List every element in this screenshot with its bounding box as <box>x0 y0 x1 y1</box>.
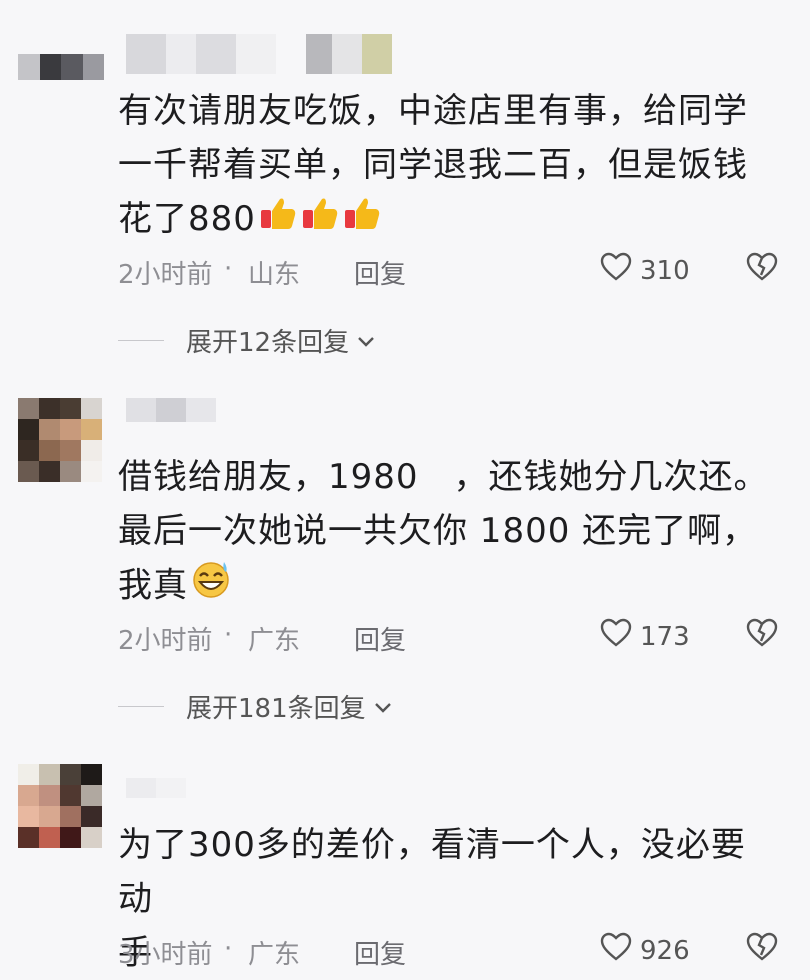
timestamp: 2小时前 <box>118 626 213 656</box>
separator: · <box>224 934 233 964</box>
broken-heart-icon <box>746 252 778 289</box>
username-blurred[interactable] <box>126 34 392 74</box>
username-blurred[interactable] <box>126 778 186 798</box>
expand-replies-button[interactable]: 展开12条回复 <box>118 320 518 360</box>
location: 广东 <box>248 626 301 656</box>
avatar[interactable] <box>18 54 104 80</box>
username-blurred[interactable] <box>126 398 216 422</box>
divider-line <box>118 339 164 341</box>
expand-label: 展开12条回复 <box>186 327 350 358</box>
like-button[interactable]: 926 <box>600 932 690 969</box>
avatar[interactable] <box>18 764 102 848</box>
dislike-button[interactable] <box>746 252 778 289</box>
reply-button[interactable]: 回复 <box>354 254 406 291</box>
comment-line: 一千帮着买单，同学退我二百，但是饭钱 <box>118 145 748 185</box>
separator: · <box>224 254 233 284</box>
comment-meta: 2小时前 · 广东 回复 173 <box>118 618 788 660</box>
grin-sweat-icon <box>190 558 232 616</box>
comment-meta: 3小时前 · 广东 回复 926 <box>118 932 788 974</box>
comment-line: 花了880 <box>118 199 256 239</box>
location: 山东 <box>248 260 301 290</box>
heart-icon <box>600 252 632 289</box>
chevron-down-icon <box>366 691 392 721</box>
location: 广东 <box>248 940 301 970</box>
comment-line: 为了300多的差价，看清一个人，没必要动 <box>118 825 746 919</box>
chevron-down-icon <box>349 325 375 355</box>
dislike-button[interactable] <box>746 618 778 655</box>
like-button[interactable]: 173 <box>600 618 690 655</box>
broken-heart-icon <box>746 932 778 969</box>
expand-replies-button[interactable]: 展开181条回复 <box>118 686 518 726</box>
divider-line <box>118 705 164 707</box>
timestamp: 3小时前 <box>118 940 213 970</box>
expand-label: 展开181条回复 <box>186 693 366 724</box>
heart-icon <box>600 618 632 655</box>
timestamp: 2小时前 <box>118 260 213 290</box>
avatar[interactable] <box>18 398 102 482</box>
thumbs-up-icon <box>300 193 340 249</box>
like-button[interactable]: 310 <box>600 252 690 289</box>
thumbs-up-icon <box>258 193 298 249</box>
comment-line: 我真 <box>118 565 188 606</box>
dislike-button[interactable] <box>746 932 778 969</box>
comment-line: 有次请朋友吃饭，中途店里有事，给同学 <box>118 91 748 131</box>
separator: · <box>224 620 233 650</box>
comment-line: 最后一次她说一共欠你 1800 还完了啊， <box>118 511 758 551</box>
comment-text: 借钱给朋友，1980 ，还钱她分几次还。 最后一次她说一共欠你 1800 还完了… <box>118 450 778 616</box>
comment-line: 借钱给朋友，1980 ，还钱她分几次还。 <box>118 457 769 497</box>
thumbs-up-icon <box>342 193 382 249</box>
comment-text: 有次请朋友吃饭，中途店里有事，给同学 一千帮着买单，同学退我二百，但是饭钱 花了… <box>118 84 778 249</box>
reply-button[interactable]: 回复 <box>354 934 406 971</box>
broken-heart-icon <box>746 618 778 655</box>
reply-button[interactable]: 回复 <box>354 620 406 657</box>
heart-icon <box>600 932 632 969</box>
like-count: 310 <box>640 255 690 286</box>
like-count: 173 <box>640 621 690 652</box>
comment-meta: 2小时前 · 山东 回复 310 <box>118 252 788 294</box>
like-count: 926 <box>640 935 690 966</box>
